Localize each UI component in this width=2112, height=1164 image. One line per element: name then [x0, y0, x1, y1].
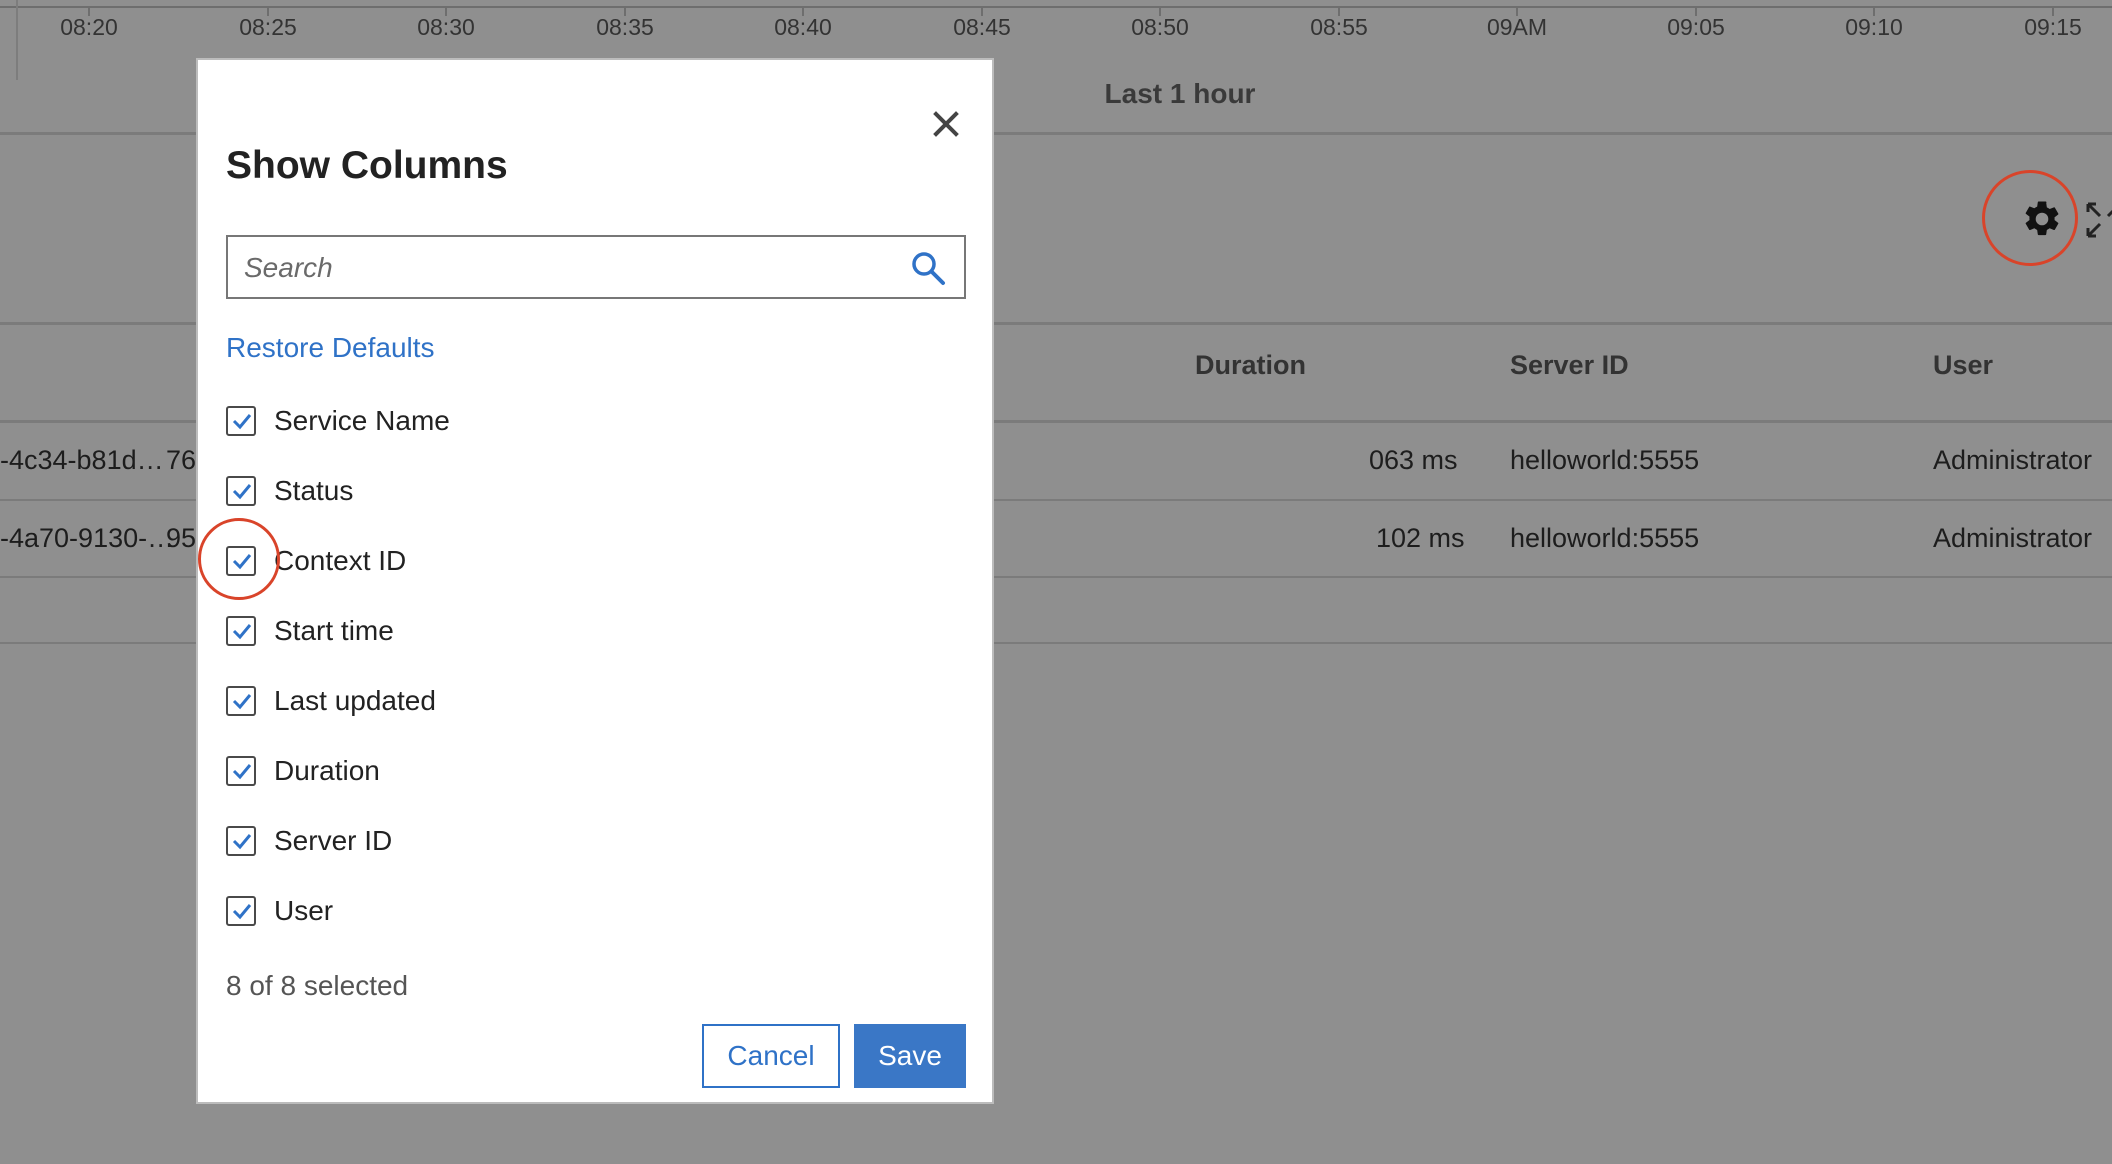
gear-icon[interactable]: [2021, 198, 2063, 240]
column-header-user[interactable]: User: [1933, 350, 1993, 381]
cell-start: 95: [166, 523, 197, 553]
column-header-duration[interactable]: Duration: [1195, 350, 1306, 381]
axis-tick-label: 08:55: [1310, 14, 1368, 40]
cell-context-id: -4c34-b81d…: [0, 445, 164, 475]
checkbox[interactable]: [226, 826, 256, 856]
column-option-label: Start time: [274, 615, 394, 646]
checkbox[interactable]: [226, 756, 256, 786]
axis-tick-label: 08:25: [239, 14, 297, 40]
column-option-label: Duration: [274, 755, 380, 786]
column-option-status[interactable]: Status: [226, 471, 353, 511]
search-field[interactable]: [226, 235, 966, 299]
cancel-button[interactable]: Cancel: [702, 1024, 840, 1088]
axis-tick-label: 08:45: [953, 14, 1011, 40]
search-input[interactable]: [242, 237, 886, 299]
checkbox[interactable]: [226, 476, 256, 506]
timeline-axis: [0, 6, 2112, 8]
check-icon: [232, 624, 252, 640]
restore-defaults-link[interactable]: Restore Defaults: [226, 332, 435, 364]
check-icon: [232, 484, 252, 500]
cell-server-id: helloworld:5555: [1510, 445, 1700, 475]
column-option-server-id[interactable]: Server ID: [226, 821, 392, 861]
axis-tick-label: 08:40: [774, 14, 832, 40]
cell-duration: 102 ms: [1376, 523, 1465, 553]
axis-tick-label: 08:30: [417, 14, 475, 40]
column-option-label: Context ID: [274, 545, 407, 576]
cell-user: Administrator: [1933, 445, 2093, 475]
column-option-label: User: [274, 895, 334, 926]
timeline-left-edge: [16, 0, 18, 80]
context-id-highlight-circle: [198, 518, 280, 600]
column-option-last-updated[interactable]: Last updated: [226, 681, 436, 721]
check-icon: [232, 834, 252, 850]
column-option-label: Last updated: [274, 685, 436, 716]
axis-tick-label: 08:35: [596, 14, 654, 40]
column-option-service-name[interactable]: Service Name: [226, 401, 450, 441]
axis-tick-label: 09:10: [1845, 14, 1903, 40]
column-option-user[interactable]: User: [226, 891, 333, 931]
cell-user: Administrator: [1933, 523, 2093, 553]
column-option-label: Status: [274, 475, 354, 506]
axis-tick-label: 09AM: [1486, 14, 1548, 40]
column-option-label: Service Name: [274, 405, 450, 436]
column-option-start-time[interactable]: Start time: [226, 611, 394, 651]
search-icon[interactable]: [910, 250, 946, 286]
save-button[interactable]: Save: [854, 1024, 966, 1088]
dialog-title: Show Columns: [226, 144, 508, 187]
checkbox[interactable]: [226, 686, 256, 716]
column-option-label: Server ID: [274, 825, 393, 856]
checkbox[interactable]: [226, 406, 256, 436]
axis-tick-label: 08:20: [60, 14, 118, 40]
expand-icon[interactable]: [2084, 200, 2112, 240]
close-icon[interactable]: [926, 104, 966, 144]
column-option-duration[interactable]: Duration: [226, 751, 380, 791]
column-header-server-id[interactable]: Server ID: [1510, 350, 1629, 381]
time-range-label: Last 1 hour: [1104, 78, 1256, 109]
cell-server-id: helloworld:5555: [1510, 523, 1700, 553]
axis-tick-label: 08:50: [1131, 14, 1189, 40]
checkbox[interactable]: [226, 616, 256, 646]
check-icon: [232, 414, 252, 430]
check-icon: [232, 904, 252, 920]
check-icon: [232, 694, 252, 710]
check-icon: [232, 764, 252, 780]
cell-start: 76: [166, 445, 197, 475]
cell-duration: 063 ms: [1369, 445, 1458, 475]
show-columns-dialog: Show Columns Restore Defaults Service Na…: [196, 58, 994, 1104]
axis-tick-label: 09:15: [2024, 14, 2082, 40]
cell-context-id: -4a70-9130-…: [0, 523, 175, 553]
checkbox[interactable]: [226, 896, 256, 926]
axis-tick-label: 09:05: [1667, 14, 1725, 40]
selected-count: 8 of 8 selected: [226, 970, 409, 1001]
